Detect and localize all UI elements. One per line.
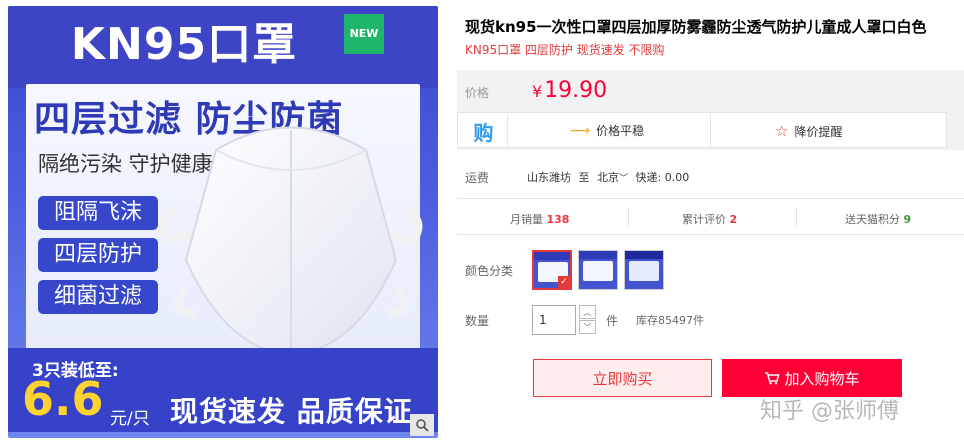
shipping-destination: 北京: [597, 171, 619, 184]
points-value: 9: [903, 213, 912, 226]
tmall-points: 送天猫积分 9: [845, 211, 911, 227]
buy-now-button[interactable]: 立即购买: [533, 359, 712, 397]
swatch-thumb: [629, 261, 659, 281]
quantity-label: 数量: [465, 314, 490, 328]
image-tag: 阻隔飞沫: [38, 196, 158, 230]
promo-price: 6.6: [22, 372, 104, 426]
new-badge: NEW: [344, 14, 384, 54]
reviews-value: 2: [729, 213, 738, 226]
chevron-up-icon: ︿: [583, 307, 592, 317]
mask-illustration: [159, 126, 423, 357]
add-to-cart-button[interactable]: 加入购物车: [722, 359, 902, 397]
shipping-origin: 山东潍坊: [527, 171, 571, 184]
quantity-unit: 件: [606, 314, 619, 328]
image-banner-title: KN95口罩: [70, 19, 298, 70]
divider: [457, 198, 964, 199]
stat-separator: [796, 208, 797, 226]
star-icon: ☆: [775, 122, 789, 140]
color-swatch-3[interactable]: [624, 250, 664, 290]
price-label: 价格: [465, 86, 490, 100]
swatch-band: [625, 251, 663, 259]
cart-icon: [765, 372, 780, 385]
product-subtitle: KN95口罩 四层防护 现货速发 不限购: [465, 43, 665, 57]
product-title: 现货kn95一次性口罩四层加厚防雾霾防尘透气防护儿童成人罩口白色: [465, 18, 927, 36]
shipping-info: 山东潍坊 至 北京﹀ 快递: 0.00: [527, 169, 689, 185]
chevron-down-icon: ﹀: [619, 174, 629, 184]
color-swatch-1[interactable]: ✓: [532, 250, 572, 290]
stock-count: 库存85497件: [636, 314, 704, 327]
price-alert-link[interactable]: ☆ 降价提醒: [775, 122, 842, 140]
currency-symbol: ¥: [532, 82, 543, 101]
quantity-decrease-button[interactable]: ﹀: [579, 320, 596, 334]
quantity-input[interactable]: [532, 305, 576, 335]
shipping-to-word: 至: [578, 171, 590, 184]
zhihu-watermark: 知乎 @张师傅: [760, 399, 899, 424]
monthly-sales: 月销量 138: [510, 211, 569, 227]
review-count[interactable]: 累计评价 2: [682, 211, 737, 227]
stat-separator: [628, 208, 629, 226]
points-label: 送天猫积分: [845, 213, 900, 226]
zoom-button[interactable]: [410, 414, 434, 436]
magnifier-icon: [416, 419, 429, 432]
quantity-increase-button[interactable]: ︿: [579, 305, 596, 319]
shipping-label: 运费: [465, 171, 490, 185]
monthly-sales-value: 138: [546, 213, 570, 226]
monthly-sales-label: 月销量: [510, 213, 543, 226]
color-label: 颜色分类: [465, 264, 514, 278]
swatch-band: [534, 252, 570, 260]
price-amount: 19.90: [544, 78, 608, 103]
swatch-thumb: [583, 261, 613, 281]
promo-unit: 元/只: [110, 409, 150, 429]
image-slogan: 现货速发 品质保证: [170, 395, 413, 428]
divider: [457, 234, 964, 235]
reviews-label: 累计评价: [682, 213, 726, 226]
price-trend-label: 价格平稳: [596, 124, 645, 138]
check-icon: ✓: [558, 276, 570, 288]
price-value: ¥19.90: [532, 78, 607, 103]
arrow-right-icon: ⟶: [570, 122, 591, 139]
shipping-destination-select[interactable]: 北京﹀: [597, 171, 628, 184]
swatch-band: [579, 251, 617, 259]
bar-divider: [710, 113, 711, 147]
add-to-cart-label: 加入购物车: [784, 369, 860, 388]
color-swatch-2[interactable]: [578, 250, 618, 290]
price-tools-bar: [457, 112, 947, 148]
shipping-express: 快递: 0.00: [635, 171, 690, 184]
price-trend-link[interactable]: ⟶ 价格平稳: [570, 122, 644, 139]
buy-icon: 购: [460, 115, 508, 147]
price-alert-label: 降价提醒: [794, 124, 843, 139]
chevron-down-icon: ﹀: [583, 322, 592, 332]
image-tag: 四层防护: [38, 238, 158, 272]
image-tag: 细菌过滤: [38, 280, 158, 314]
